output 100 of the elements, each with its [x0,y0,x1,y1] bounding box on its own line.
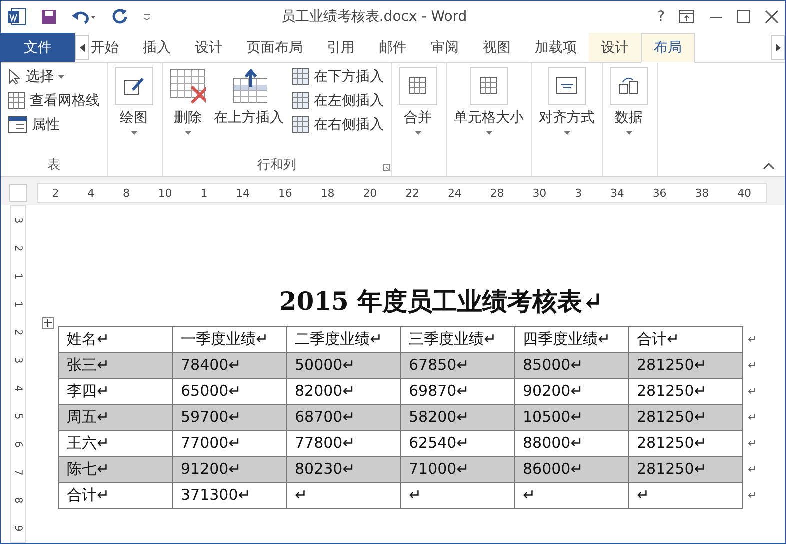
ribbon-button[interactable]: 选择 [6,67,102,87]
table-grid-icon [8,92,26,110]
table-move-handle-icon[interactable] [42,317,54,329]
redo-icon[interactable] [111,8,129,26]
cursor-icon [8,69,22,85]
table-grid-icon [292,92,310,110]
draw-table-icon [123,75,145,97]
ruler-number: 22 [406,186,420,200]
ribbon-button[interactable]: 对齐方式 [537,67,597,156]
ribbon-display-icon[interactable] [679,10,695,24]
table-cell: 59700↵ [172,404,287,431]
scroll-right-icon[interactable] [771,35,785,60]
table-cell: 50000↵ [286,352,401,379]
insert-above-icon [231,69,267,105]
table-grid-icon [292,68,310,86]
ribbon-button[interactable]: 在上方插入 [212,67,286,156]
word-logo-icon [7,8,27,26]
ruler-number: 2 [12,328,24,336]
table-cell: 58200↵ [400,404,515,431]
ruler-number: 3 [575,186,582,200]
row-end-mark: ↵ [748,410,758,424]
table-grid-icon [292,116,310,134]
caret-icon [58,75,65,79]
table-cell: 张三↵ [58,352,173,379]
table-cell: 80230↵ [286,456,401,483]
ribbon-button[interactable]: 数据 [608,67,650,156]
ruler-number: 9 [12,524,24,532]
table-cell: 姓名↵ [58,326,173,353]
help-button[interactable]: ? [658,9,665,25]
table-grid-icon [480,77,498,95]
ruler-number: 40 [738,186,752,200]
ruler-number: 1 [200,186,208,200]
close-icon[interactable] [765,10,779,24]
dialog-launcher-icon[interactable] [383,164,391,172]
ruler-number: 6 [12,440,24,448]
table-cell: 合计↵ [58,482,173,509]
ruler-number: 10 [158,186,172,200]
table-cell: 68700↵ [286,404,401,431]
ruler-number: 1 [12,272,24,280]
table-cell: 67850↵ [400,352,515,379]
row-end-mark: ↵ [748,462,758,476]
caret-icon [564,131,570,135]
ruler-number: 1 [12,300,24,308]
ruler-number: 34 [610,186,624,200]
table-cell: 91200↵ [172,456,287,483]
document-title: 2015 年度员工业绩考核表↵ [279,286,604,318]
row-end-mark: ↵ [748,384,758,398]
ruler-number: 2 [52,186,60,200]
ruler-number: 20 [363,186,378,200]
collapse-ribbon-icon[interactable] [763,162,775,170]
caret-icon [130,131,138,135]
customize-icon[interactable] [143,13,151,21]
row-end-mark: ↵ [748,436,758,450]
table-properties-icon [8,116,28,134]
table-cell: 10500↵ [514,404,629,431]
scroll-left-icon[interactable] [75,35,89,60]
ribbon-tab[interactable]: 文件 [1,33,75,62]
ribbon-button[interactable]: 在右侧插入 [290,115,386,135]
ruler-number: 4 [88,186,95,200]
data-icon [618,76,640,96]
ruler-number: 7 [12,468,24,476]
table-cell: 78400↵ [172,352,287,379]
table-cell: 85000↵ [514,352,629,379]
table-cell: 281250↵ [628,352,743,379]
table-cell: 281250↵ [628,456,743,483]
maximize-icon[interactable] [737,10,751,24]
caret-icon [184,131,192,135]
ribbon-button[interactable]: 绘图 [113,67,155,156]
ruler-number: 8 [12,496,24,504]
ruler-number: 28 [490,186,504,200]
ruler-number: 4 [12,384,24,392]
ribbon-button[interactable]: 属性 [6,115,102,135]
caret-icon [486,131,492,135]
row-end-mark: ↵ [748,332,758,346]
ribbon-button[interactable]: 单元格大小 [452,67,526,156]
table-cell: ↵ [628,482,743,509]
ribbon-button[interactable]: 在下方插入 [290,67,386,87]
ruler-number: 5 [12,412,24,420]
ruler-number: 38 [695,186,710,200]
ribbon-tab[interactable]: 布局 [641,33,695,63]
caret-icon [626,131,632,135]
ribbon-tab[interactable]: 设计 [589,33,641,62]
undo-icon[interactable] [71,9,97,25]
alignment-icon [556,77,578,95]
ruler-number: 16 [278,186,292,200]
row-end-mark: ↵ [748,488,758,502]
ruler-number: 24 [448,186,462,200]
ribbon-button[interactable]: 合并 [397,67,439,156]
table-cell: 周五↵ [58,404,173,431]
ruler-number: 2 [12,244,24,252]
ribbon-button[interactable]: 在左侧插入 [290,91,386,111]
table-cell: 86000↵ [514,456,629,483]
ribbon-button[interactable]: 删除 [168,67,208,156]
delete-table-icon [170,69,206,105]
ribbon-button[interactable]: 查看网格线 [6,91,102,111]
save-icon[interactable] [41,9,57,25]
ruler-number: 30 [532,186,547,200]
table-cell: 281250↵ [628,404,743,431]
ruler-number: 36 [652,186,667,200]
ruler-number: 3 [12,216,24,224]
